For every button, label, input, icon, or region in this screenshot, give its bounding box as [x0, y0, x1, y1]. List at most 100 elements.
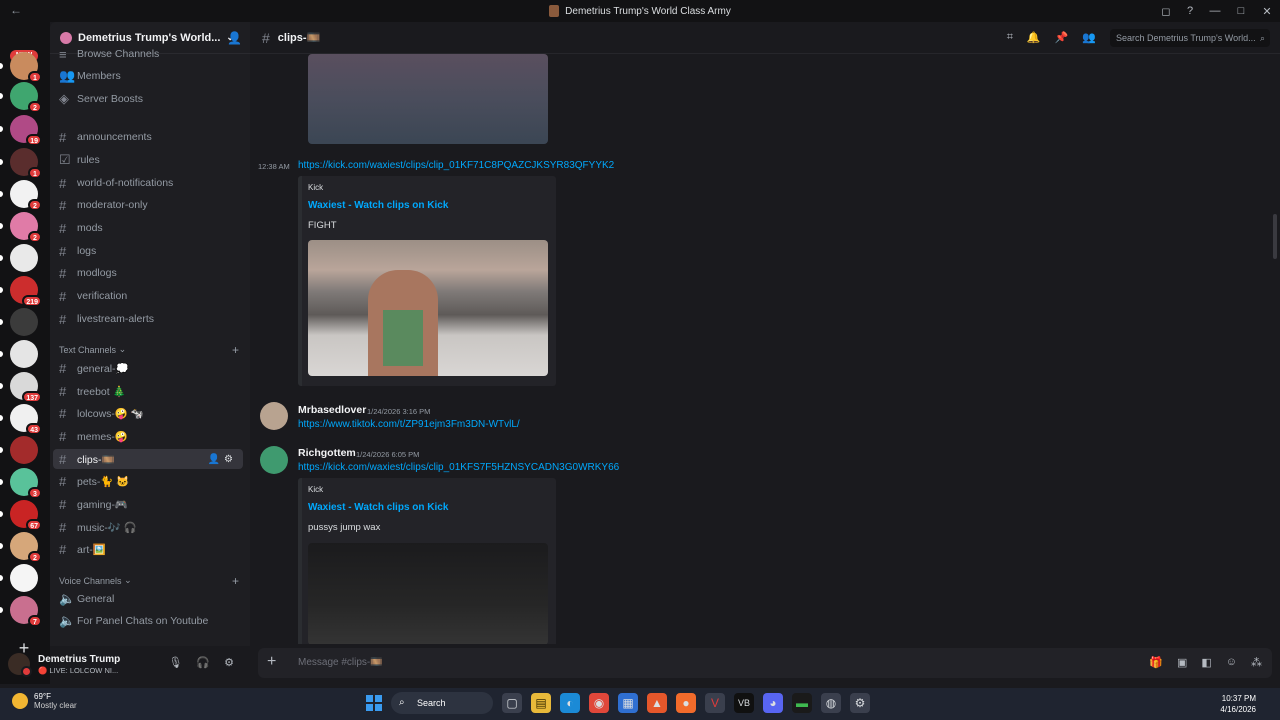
embed-video-thumbnail[interactable] — [308, 543, 548, 644]
edge-icon[interactable]: ◐ — [560, 693, 580, 713]
server-icon[interactable] — [0, 436, 38, 464]
message-author[interactable]: Richgottem — [298, 447, 356, 459]
inbox-icon[interactable]: ◻ — [1154, 5, 1178, 18]
server-icon[interactable]: 19 — [0, 115, 42, 146]
add-channel-icon[interactable]: + — [232, 574, 239, 588]
add-channel-icon[interactable]: + — [232, 343, 239, 357]
category-voice-channels[interactable]: Voice Channels ⌄ + — [59, 574, 239, 588]
user-panel[interactable]: Demetrius Trump 🔴 LIVE: LOLCOW NI... 🎙 🎧… — [8, 648, 240, 680]
channel-treebot[interactable]: # treebot 🎄 — [53, 381, 243, 401]
server-icon[interactable]: 2 — [0, 212, 42, 243]
server-icon[interactable]: 137 — [0, 372, 42, 403]
server-icon[interactable]: 1 — [0, 52, 42, 83]
embed-thumbnail[interactable] — [308, 54, 548, 144]
server-boosts[interactable]: ◈ Server Boosts — [53, 89, 243, 109]
channel-livestream-alerts[interactable]: # livestream-alerts — [53, 309, 243, 329]
channel-pets[interactable]: # pets-🐈 🐱 — [53, 471, 243, 491]
channel-logs[interactable]: # logs — [53, 241, 243, 261]
valorant-icon[interactable]: V — [705, 693, 725, 713]
start-icon[interactable] — [366, 695, 382, 711]
channel-gaming[interactable]: # gaming-🎮 — [53, 494, 243, 514]
embed-title[interactable]: Waxiest - Watch clips on Kick — [308, 502, 448, 513]
server-icon[interactable] — [0, 340, 38, 368]
scrollbar[interactable] — [1273, 214, 1277, 259]
message-link[interactable]: https://www.tiktok.com/t/ZP91ejm3Fm3DN-W… — [298, 419, 520, 430]
threads-icon[interactable]: ⌗ — [1007, 31, 1013, 44]
message-input[interactable]: Message #clips-🎞️ — [298, 657, 383, 668]
maximize-button[interactable]: □ — [1228, 5, 1254, 17]
sticker-icon[interactable]: ◧ — [1201, 656, 1211, 669]
server-icon[interactable]: 43 — [0, 404, 42, 435]
discord-icon[interactable]: ◕ — [763, 693, 783, 713]
avatar[interactable] — [260, 402, 288, 430]
add-attachment-icon[interactable]: + — [267, 653, 276, 671]
back-arrow-icon[interactable]: ← — [10, 3, 22, 17]
message-author[interactable]: Mrbasedlover — [298, 404, 366, 416]
emoji-icon[interactable]: ☺ — [1226, 656, 1237, 669]
message-composer[interactable]: + Message #clips-🎞️ 🎁 ▣ ◧ ☺ ⁂ — [258, 648, 1272, 678]
avatar[interactable] — [260, 446, 288, 474]
server-icon[interactable]: 67 — [0, 500, 42, 531]
channel-memes[interactable]: # memes-🤪 — [53, 426, 243, 446]
server-icon[interactable] — [0, 244, 38, 272]
gift-icon[interactable]: 🎁 — [1149, 656, 1163, 669]
gif-icon[interactable]: ▣ — [1177, 656, 1187, 669]
microphone-icon[interactable]: 🎙 — [168, 656, 182, 669]
minimize-button[interactable]: — — [1202, 5, 1228, 17]
voice-channel-panel-chats[interactable]: 🔈 For Panel Chats on Youtube — [53, 611, 243, 631]
app-icon[interactable]: ◍ — [821, 693, 841, 713]
channel-announcements[interactable]: # announcements — [53, 127, 243, 147]
settings-icon[interactable]: ⚙ — [850, 693, 870, 713]
member-list-icon[interactable]: 👥 — [1082, 31, 1096, 44]
server-icon[interactable] — [0, 308, 38, 336]
task-view-icon[interactable]: ▢ — [502, 693, 522, 713]
taskbar-search[interactable]: ⌕ Search — [391, 692, 493, 714]
embed-video-thumbnail[interactable] — [308, 240, 548, 376]
terminal-icon[interactable]: ▬ — [792, 693, 812, 713]
firefox-icon[interactable]: ● — [676, 693, 696, 713]
brave-icon[interactable]: ▲ — [647, 693, 667, 713]
channel-rules[interactable]: ☑ rules — [53, 150, 243, 170]
server-icon[interactable]: 1 — [0, 148, 42, 179]
server-icon[interactable]: 2 — [0, 82, 42, 113]
embed-provider[interactable]: Kick — [308, 183, 323, 192]
chrome-icon[interactable]: ◉ — [589, 693, 609, 713]
headphones-icon[interactable]: 🎧 — [196, 656, 210, 669]
vb-icon[interactable]: VB — [734, 693, 754, 713]
channel-clips[interactable]: # clips-🎞️ 👤⚙ — [53, 449, 243, 469]
voice-channel-general[interactable]: 🔈 General — [53, 589, 243, 609]
channel-verification[interactable]: # verification — [53, 286, 243, 306]
avatar[interactable] — [8, 653, 32, 677]
message-link[interactable]: https://kick.com/waxiest/clips/clip_01KF… — [298, 160, 614, 171]
pin-icon[interactable]: 📌 — [1055, 31, 1069, 44]
browse-channels[interactable]: ≡ Browse Channels — [53, 44, 243, 64]
search-input[interactable]: Search Demetrius Trump's World... ⌕ — [1110, 29, 1270, 47]
embed-provider[interactable]: Kick — [308, 485, 323, 494]
embed-title[interactable]: Waxiest - Watch clips on Kick — [308, 200, 448, 211]
channel-world-of-notifications[interactable]: # world-of-notifications — [53, 173, 243, 193]
file-explorer-icon[interactable]: ▤ — [531, 693, 551, 713]
channel-music[interactable]: # music-🎶 🎧 — [53, 517, 243, 537]
message-link[interactable]: https://kick.com/waxiest/clips/clip_01KF… — [298, 462, 619, 473]
server-icon[interactable]: 2 — [0, 180, 42, 211]
channel-general[interactable]: # general-💭 — [53, 358, 243, 378]
channel-settings-icon[interactable]: 👤⚙ — [208, 454, 237, 465]
channel-moderator-only[interactable]: # moderator-only — [53, 195, 243, 215]
channel-mods[interactable]: # mods — [53, 218, 243, 238]
server-icon[interactable]: 219 — [0, 276, 42, 307]
server-icon[interactable]: 2 — [0, 532, 42, 563]
apps-icon[interactable]: ⁂ — [1251, 656, 1262, 669]
store-icon[interactable]: ▦ — [618, 693, 638, 713]
members[interactable]: 👥 Members — [53, 66, 243, 86]
category-text-channels[interactable]: Text Channels ⌄ + — [59, 343, 239, 357]
close-button[interactable]: ✕ — [1254, 5, 1280, 18]
weather-widget[interactable]: 69°F Mostly clear — [12, 692, 77, 710]
server-icon[interactable]: 3 — [0, 468, 42, 499]
channel-art[interactable]: # art-🖼️ — [53, 539, 243, 559]
gear-icon[interactable]: ⚙ — [224, 656, 234, 669]
help-icon[interactable]: ? — [1178, 5, 1202, 17]
system-clock[interactable]: 10:37 PM 4/16/2026 — [1220, 693, 1256, 715]
server-icon[interactable]: 7 — [0, 596, 42, 627]
invite-icon[interactable]: 👤 — [227, 31, 242, 45]
channel-lolcows[interactable]: # lolcows-🤪 🐄 — [53, 403, 243, 423]
